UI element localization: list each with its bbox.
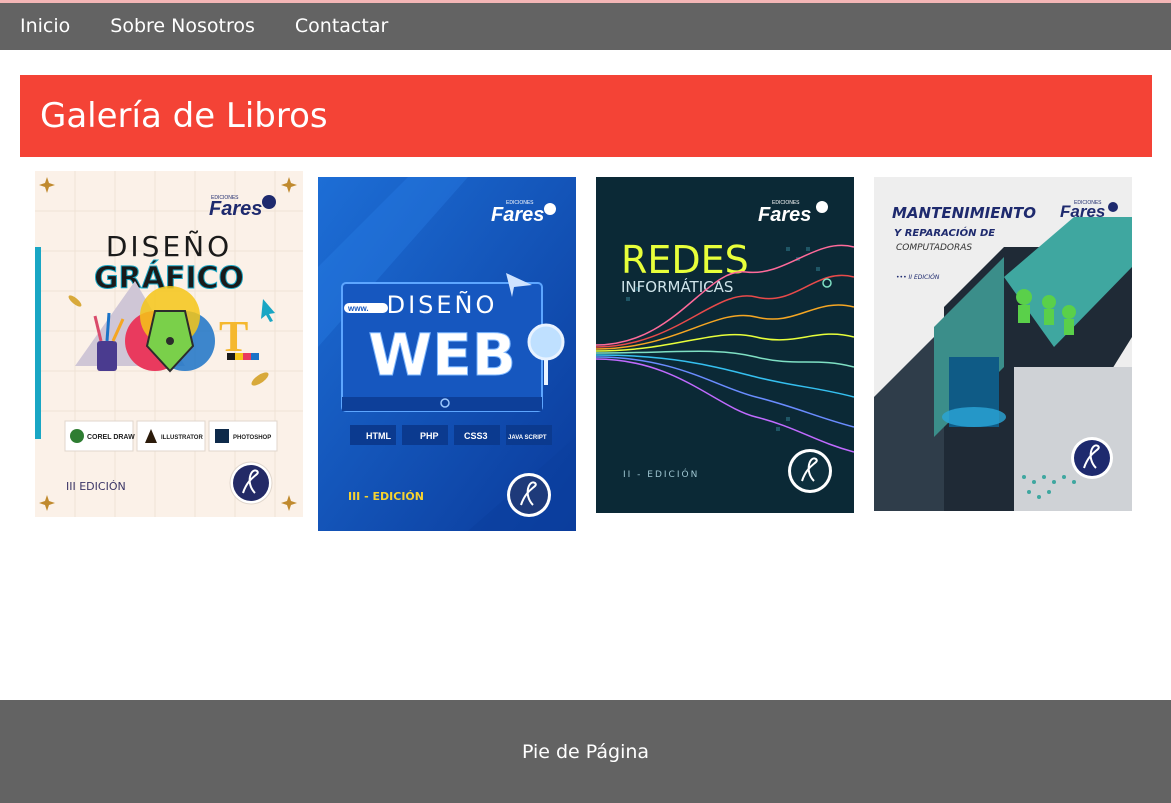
book-title-line2: INFORMÁTICAS <box>621 277 733 296</box>
book-title-line1: MANTENIMIENTO <box>892 204 1036 222</box>
book-title-line2: Y REPARACIÓN DE <box>894 226 995 239</box>
book-title-line1: DISEÑO <box>387 289 498 319</box>
tag-html: HTML <box>366 431 391 441</box>
page-title: Galería de Libros <box>40 96 328 136</box>
book-title-line2: WEB <box>368 321 516 389</box>
tag-javascript: JAVA SCRIPT <box>508 435 547 441</box>
app-label-illustrator: ILLUSTRATOR <box>161 435 203 441</box>
nav-link-inicio[interactable]: Inicio <box>20 3 70 50</box>
footer-text: Pie de Página <box>521 740 650 763</box>
publisher-logo: Fares <box>758 204 811 226</box>
book-title-line1: DISEÑO <box>106 230 232 263</box>
book-cover-diseno-web[interactable]: EDICIONES Fares www. DISEÑO WEB HTML PHP… <box>318 177 576 531</box>
url-bar-text: www. <box>347 304 369 313</box>
publisher-logo: Fares <box>1060 202 1105 221</box>
publisher-logo: Fares <box>491 204 544 226</box>
top-navbar: Inicio Sobre Nosotros Contactar <box>0 3 1171 50</box>
tag-php: PHP <box>420 431 439 441</box>
publisher-logo: Fares <box>209 198 262 220</box>
edition-label: III - EDICIÓN <box>348 490 424 503</box>
book-title-line3: COMPUTADORAS <box>896 243 972 253</box>
book-cover-art: EDICIONES Fares MANTENIMIENTO Y REPARACI… <box>874 177 1132 511</box>
book-cover-redes-informaticas[interactable]: EDICIONES Fares REDES INFORMÁTICAS II - … <box>596 177 854 513</box>
book-cover-art: EDICIONES Fares DISEÑO GRÁFICO T COREL D… <box>35 171 303 517</box>
book-cover-mantenimiento[interactable]: EDICIONES Fares MANTENIMIENTO Y REPARACI… <box>874 177 1132 511</box>
edition-label: III EDICIÓN <box>66 480 126 493</box>
nav-link-sobre-nosotros[interactable]: Sobre Nosotros <box>110 3 255 50</box>
book-title-line1: REDES <box>621 238 749 282</box>
tag-css3: CSS3 <box>464 431 488 441</box>
nav-link-contactar[interactable]: Contactar <box>295 3 388 50</box>
book-cover-art: EDICIONES Fares www. DISEÑO WEB HTML PHP… <box>318 177 576 531</box>
book-cover-art: EDICIONES Fares REDES INFORMÁTICAS II - … <box>596 177 854 513</box>
edition-label: II - EDICIÓN <box>623 468 699 480</box>
book-cover-diseno-grafico[interactable]: EDICIONES Fares DISEÑO GRÁFICO T COREL D… <box>35 171 303 517</box>
edition-label: ••• II EDICIÓN <box>896 274 940 281</box>
app-label-photoshop: PHOTOSHOP <box>233 435 271 441</box>
gallery-header: Galería de Libros <box>20 75 1152 157</box>
app-label-coreldraw: COREL DRAW <box>87 434 135 441</box>
page-footer: Pie de Página <box>0 700 1171 803</box>
